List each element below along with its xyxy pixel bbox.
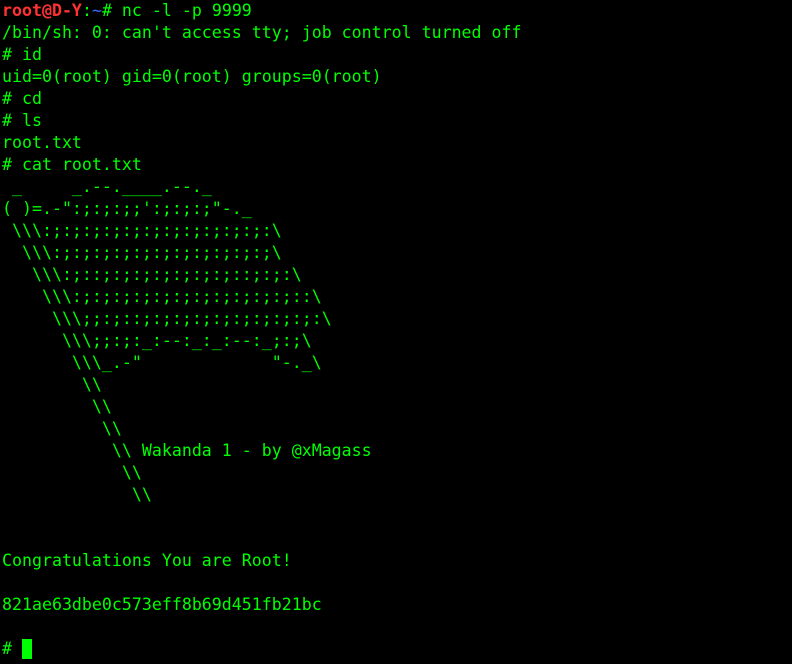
command-line: # cat root.txt [2,155,142,174]
ascii-art-line: _ _.--.____.--._ [2,177,212,196]
prompt-user: root@D-Y [2,1,82,20]
final-prompt-symbol: # [2,639,22,658]
command-line: # ls [2,111,42,130]
command-line: # id [2,45,42,64]
ascii-art-line: \\ [2,463,142,482]
ascii-art-line: \\ Wakanda 1 - by @xMagass [2,441,372,460]
ascii-art-line: \\\;;:;::;:;:;:;:;:;:;:;:;:\ [2,309,332,328]
output-line: /bin/sh: 0: can't access tty; job contro… [2,23,522,42]
ascii-art-line: \\ [2,375,102,394]
ascii-art-line: \\\:;::;:;:;:;:;:;:;::;:;:\ [2,265,302,284]
ascii-art-line: \\\:;:;:;:;:;:;:;:;:;:;:;::\ [2,287,322,306]
ascii-art-line: \\\:;:;:;:;:;:;:;:;:;:;:;:\ [2,221,282,240]
prompt-command: nc -l -p 9999 [121,1,252,20]
command-line: # cd [2,89,42,108]
prompt-path: ~ [91,1,102,20]
prompt-line: root@D-Y:~# nc -l -p 9999 [2,0,792,22]
output-line: root.txt [2,133,82,152]
ascii-art-line: \\\:;:;:;:;:;:;:;:;:;:;:;\ [2,243,282,262]
terminal-window[interactable]: root@D-Y:~# nc -l -p 9999 /bin/sh: 0: ca… [0,0,792,664]
ascii-art-line: \\ [2,485,152,504]
ascii-art-line: \\ [2,419,122,438]
flag-hash: 821ae63dbe0c573eff8b69d451fb21bc [2,595,322,614]
final-prompt-line[interactable]: # [2,638,792,660]
ascii-art-line: \\\_.-" "-._\ [2,353,322,372]
congrats-message: Congratulations You are Root! [2,551,292,570]
ascii-art-line: ( )=.-":;:;:;;':;:;:;"-._ [2,199,252,218]
output-line: uid=0(root) gid=0(root) groups=0(root) [2,67,382,86]
text-cursor [21,639,32,659]
prompt-separator: : [81,1,92,20]
prompt-symbol: # [101,1,122,20]
ascii-art-line: \\\;;:;:_:--:_:_:--:_;:;\ [2,331,312,350]
ascii-art-line: \\ [2,397,112,416]
